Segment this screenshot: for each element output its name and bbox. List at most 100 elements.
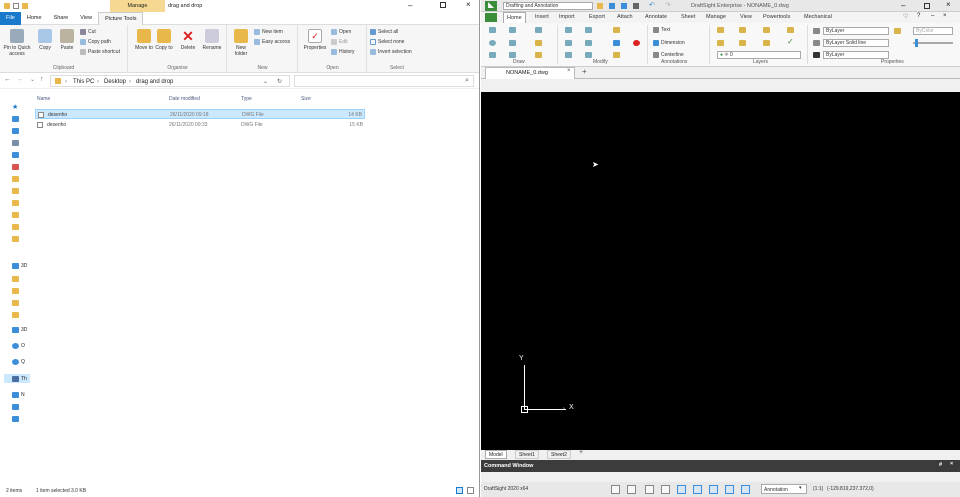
- trim-tool-icon[interactable]: [613, 52, 620, 58]
- network-nav-icon[interactable]: [12, 392, 19, 398]
- folder-nav-icon[interactable]: [12, 300, 19, 306]
- redo-icon[interactable]: ↷: [665, 1, 671, 9]
- erase-tool-icon[interactable]: [613, 27, 620, 33]
- drawing-canvas[interactable]: Y X › ➤: [481, 92, 960, 450]
- close-command-icon[interactable]: ×: [950, 461, 953, 467]
- folder-nav-icon[interactable]: [12, 224, 19, 230]
- triangle-tool-icon[interactable]: [535, 52, 542, 58]
- new-document-plus-icon[interactable]: +: [582, 67, 587, 76]
- layer-manager-icon[interactable]: [717, 27, 724, 33]
- dimension-button[interactable]: Dimension: [653, 40, 685, 46]
- address-chevron-down-icon[interactable]: ⌄: [263, 78, 268, 85]
- folder-nav-icon[interactable]: [12, 188, 19, 194]
- snap-toggle-icon[interactable]: [611, 485, 620, 494]
- help-icon[interactable]: ?: [917, 13, 920, 19]
- dynamic-ucs-toggle-icon[interactable]: [741, 485, 750, 494]
- copy-button[interactable]: Copy: [34, 29, 56, 51]
- transparency-slider[interactable]: [913, 42, 953, 44]
- forward-arrow-icon[interactable]: →: [16, 76, 23, 83]
- restore-icon[interactable]: [924, 3, 930, 9]
- slider-thumb[interactable]: [915, 39, 918, 47]
- etrack-toggle-icon[interactable]: [693, 485, 702, 494]
- maximize-icon[interactable]: [440, 2, 446, 8]
- select-none-button[interactable]: Select none: [370, 39, 404, 45]
- column-type[interactable]: Type: [241, 96, 252, 102]
- tab-view[interactable]: View: [74, 12, 98, 25]
- tab-import[interactable]: Import: [559, 12, 575, 23]
- folder-nav-icon[interactable]: [12, 200, 19, 206]
- large-icons-view-icon[interactable]: [467, 487, 474, 494]
- save-icon[interactable]: [609, 3, 615, 9]
- transparency-icon[interactable]: [894, 28, 901, 34]
- breadcrumb-current-folder[interactable]: drag and drop: [136, 79, 173, 85]
- this-pc-nav-icon[interactable]: [12, 376, 19, 382]
- lineweight-icon[interactable]: [813, 52, 820, 58]
- tab-file[interactable]: File: [0, 11, 21, 25]
- sheet-tab-sheet2[interactable]: Sheet2: [547, 450, 571, 459]
- linetype-dropdown[interactable]: ByLayer Solid line: [823, 39, 889, 47]
- quick-nav-icon[interactable]: [12, 359, 19, 365]
- onedrive-nav-icon[interactable]: [12, 343, 19, 349]
- tab-picture-tools[interactable]: Picture Tools: [98, 11, 144, 25]
- delete-button[interactable]: ✕ Delete: [177, 29, 199, 51]
- move-tool-icon[interactable]: [565, 27, 572, 33]
- close-doc-tab-icon[interactable]: ×: [567, 68, 571, 74]
- properties-button[interactable]: ✓ Properties: [301, 29, 329, 51]
- recent-chevron-down-icon[interactable]: ⌄: [30, 76, 35, 83]
- rename-button[interactable]: Rename: [201, 29, 223, 51]
- array-tool-icon[interactable]: [613, 40, 620, 46]
- doc-minimize-icon[interactable]: –: [931, 13, 934, 19]
- copy-tool-icon[interactable]: [585, 27, 592, 33]
- text-button[interactable]: Text: [653, 27, 670, 33]
- folder-nav-icon[interactable]: [12, 312, 19, 318]
- address-field[interactable]: › This PC › Desktop › drag and drop ⌄ ↻: [50, 75, 290, 87]
- ortho-toggle-icon[interactable]: [645, 485, 654, 494]
- file-row-selected[interactable]: desenho 26/11/2020 09:18 DWG File 14 KB: [35, 109, 365, 119]
- tab-mechanical[interactable]: Mechanical: [804, 12, 832, 23]
- mirror-tool-icon[interactable]: [565, 40, 572, 46]
- history-button[interactable]: History: [331, 49, 355, 55]
- column-name[interactable]: Name: [37, 96, 50, 102]
- print-icon[interactable]: [633, 3, 639, 9]
- new-folder-icon[interactable]: [22, 3, 28, 9]
- cut-button[interactable]: Cut: [80, 29, 96, 35]
- network-device-nav-icon[interactable]: [12, 404, 19, 410]
- offset-tool-icon[interactable]: [585, 40, 592, 46]
- scale-tool-icon[interactable]: [585, 52, 592, 58]
- ribbon-options-icon[interactable]: ♡: [903, 13, 908, 20]
- folder-nav-icon[interactable]: [12, 276, 19, 282]
- circle-tool-icon[interactable]: [489, 40, 496, 46]
- minimize-icon[interactable]: –: [408, 1, 412, 10]
- tab-annotate[interactable]: Annotate: [645, 12, 667, 23]
- explode-tool-icon[interactable]: [633, 40, 640, 46]
- copy-to-button[interactable]: Copy to: [153, 29, 175, 51]
- tab-sheet[interactable]: Sheet: [681, 12, 695, 23]
- up-arrow-icon[interactable]: ↑: [40, 76, 44, 83]
- lineweight-toggle-icon[interactable]: [709, 485, 718, 494]
- folder-nav-icon[interactable]: [12, 176, 19, 182]
- tab-home[interactable]: Home: [21, 12, 48, 25]
- tab-export[interactable]: Export: [589, 12, 605, 23]
- select-all-button[interactable]: Select all: [370, 29, 398, 35]
- instagram-nav-icon[interactable]: [12, 164, 19, 170]
- paste-button[interactable]: Paste: [56, 29, 78, 51]
- ellipse-tool-icon[interactable]: [489, 52, 496, 58]
- arc-tool-icon[interactable]: [509, 40, 516, 46]
- folder-nav-icon[interactable]: [12, 288, 19, 294]
- sheet-tab-model[interactable]: Model: [485, 450, 507, 459]
- grid-toggle-icon[interactable]: [627, 485, 636, 494]
- details-view-icon[interactable]: [456, 487, 463, 494]
- tab-share[interactable]: Share: [48, 12, 75, 25]
- pin-icon[interactable]: #: [939, 462, 942, 468]
- layer-state-icon[interactable]: [739, 27, 746, 33]
- rectangle-tool-icon[interactable]: [535, 40, 542, 46]
- 3d-objects-nav-icon[interactable]: [12, 263, 19, 269]
- layer-off-icon[interactable]: [739, 40, 746, 46]
- open-button[interactable]: Open: [331, 29, 351, 35]
- back-arrow-icon[interactable]: ←: [4, 76, 11, 83]
- close-icon[interactable]: ×: [466, 0, 471, 9]
- 3d-objects-nav-icon[interactable]: [12, 327, 19, 333]
- copy-path-button[interactable]: Copy path: [80, 39, 111, 45]
- tab-home[interactable]: Home: [503, 12, 526, 23]
- edit-button[interactable]: Edit: [331, 39, 348, 45]
